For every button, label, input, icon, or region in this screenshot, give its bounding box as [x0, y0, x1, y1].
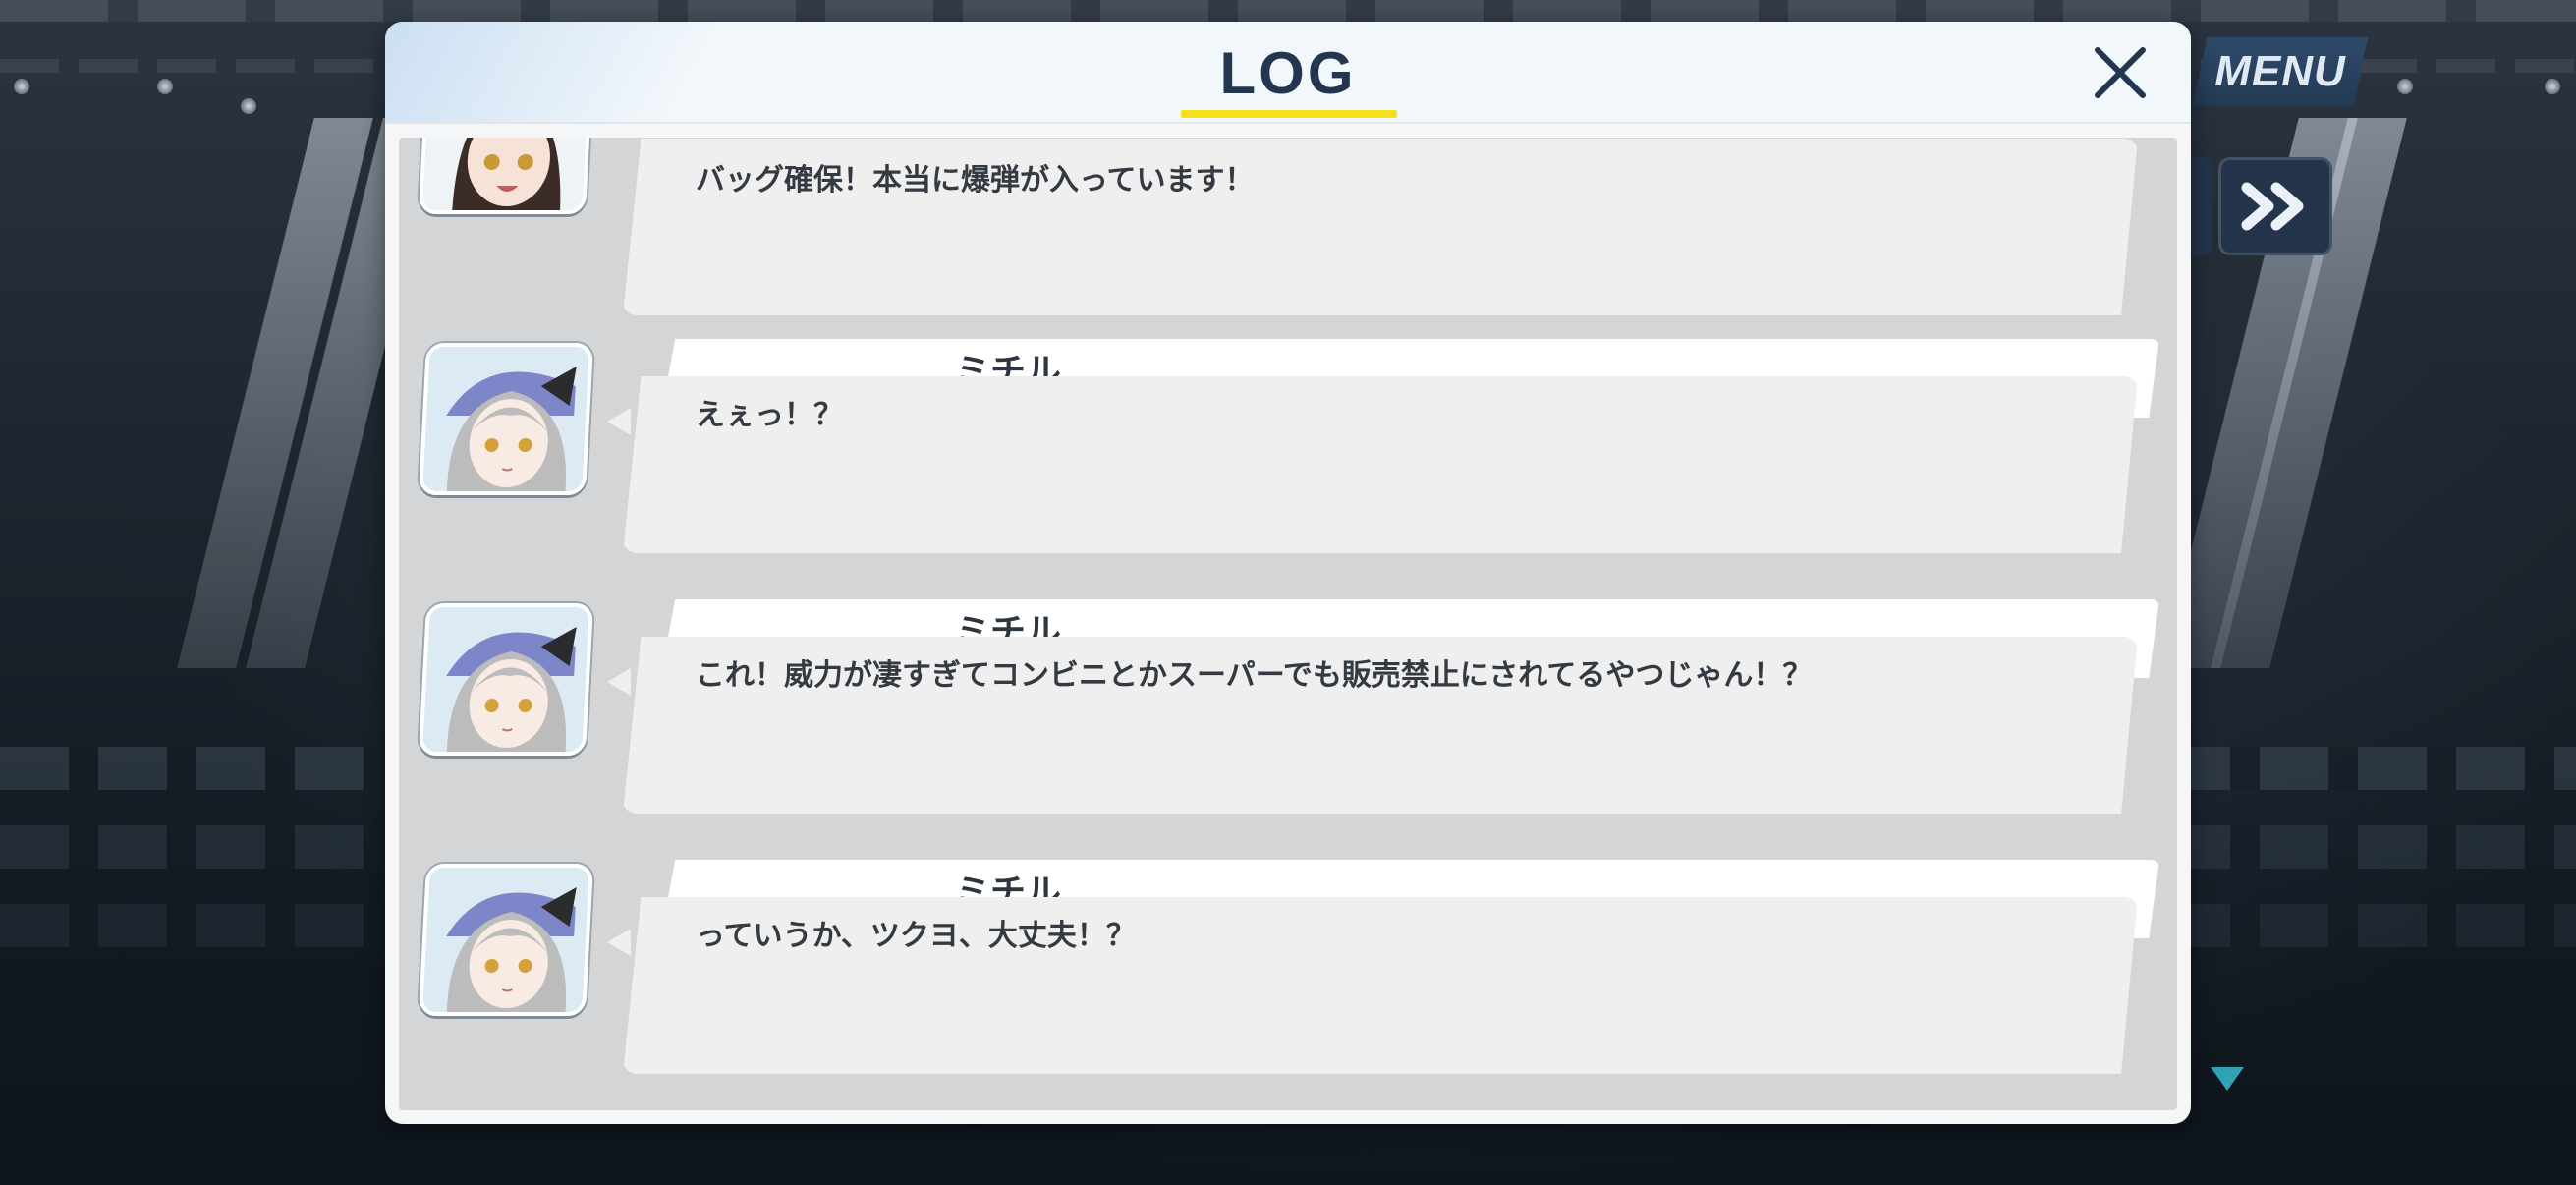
close-icon	[2095, 47, 2146, 98]
page-title: LOG	[1219, 40, 1357, 106]
character-avatar	[418, 864, 594, 1016]
bubble-tail	[607, 408, 631, 435]
message-text: バッグ確保！本当に爆弾が入っています！	[696, 163, 1255, 198]
character-avatar	[418, 603, 594, 756]
title-underline	[1181, 110, 1397, 118]
stage-light	[14, 79, 29, 94]
avatar-portrait	[421, 607, 594, 756]
avatar-portrait	[421, 868, 594, 1016]
character-avatar	[418, 343, 594, 495]
menu-button-label: MENU	[2214, 47, 2346, 95]
message-text: これ！威力が凄すぎてコンビニとかスーパーでも販売禁止にされてるやつじゃん！？	[696, 658, 1813, 693]
log-header: LOG	[385, 22, 2191, 124]
log-entry: ミチル これ！威力が凄すぎてコンビニとかスーパーでも販売禁止にされてるやつじゃん…	[399, 599, 2177, 860]
stage-light	[157, 79, 173, 94]
bubble-tail	[607, 929, 631, 956]
stage-truss	[0, 0, 2576, 22]
avatar-portrait	[421, 138, 594, 214]
triangle-down-icon[interactable]	[2211, 1067, 2244, 1091]
bubble-tail	[607, 668, 631, 696]
message-text: っていうか、ツクヨ、大丈夫！？	[696, 919, 1136, 953]
avatar-portrait	[421, 347, 594, 495]
fast-forward-button[interactable]	[2218, 157, 2332, 255]
message-bubble	[623, 376, 2138, 553]
menu-button[interactable]: MENU	[2193, 37, 2368, 106]
character-avatar	[418, 138, 594, 214]
message-text: えぇっ！？	[696, 398, 843, 432]
fast-forward-icon	[2241, 182, 2304, 231]
stage-light	[241, 98, 256, 114]
log-list[interactable]: バッグ確保！本当に爆弾が入っています！ ミチル えぇっ！？ ミチル これ！威力が…	[399, 138, 2177, 1110]
log-entry: バッグ確保！本当に爆弾が入っています！	[399, 138, 2177, 322]
log-entry: ミチル えぇっ！？	[399, 339, 2177, 599]
log-entry: ミチル っていうか、ツクヨ、大丈夫！？	[399, 860, 2177, 1110]
close-button[interactable]	[2085, 37, 2156, 108]
stage-light	[2397, 79, 2413, 94]
log-dialog: LOG バッグ確保！本当に爆弾が入っています！ ミチル えぇっ！？ ミチル これ…	[385, 22, 2191, 1124]
stage-light	[2545, 79, 2560, 94]
